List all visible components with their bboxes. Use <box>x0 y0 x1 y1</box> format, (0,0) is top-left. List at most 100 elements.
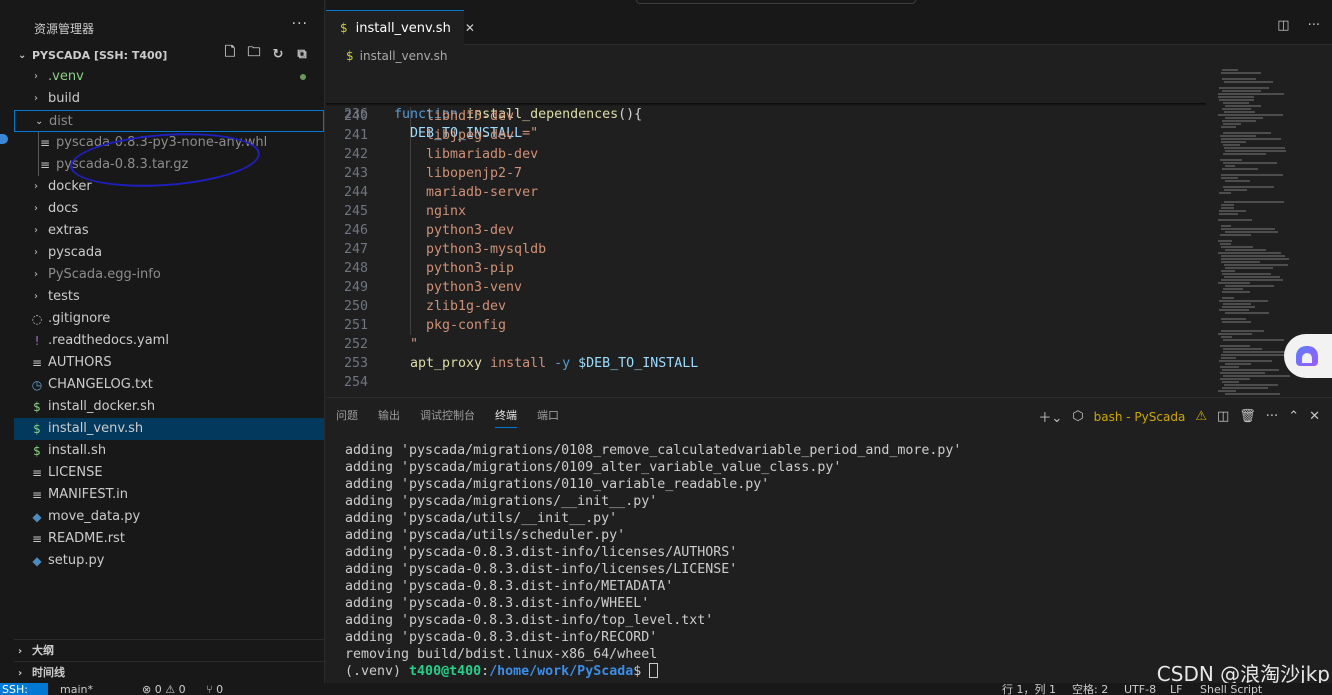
sticky-line[interactable]: 230 function install_dependences(){ <box>326 67 1206 122</box>
git-branch[interactable]: main* <box>60 683 93 695</box>
code-line[interactable]: 248 python3-pip <box>326 259 1206 278</box>
code-text: libmariadb-dev <box>426 147 539 162</box>
tree-folder[interactable]: › extras <box>14 220 324 242</box>
tree-folder[interactable]: › tests <box>14 286 324 308</box>
breadcrumb-file[interactable]: install_venv.sh <box>360 49 448 63</box>
add-terminal-icon[interactable]: ＋⌄ <box>1038 407 1062 426</box>
new-folder-icon[interactable]: 🗀 <box>246 45 262 62</box>
encoding[interactable]: UTF-8 <box>1124 683 1156 695</box>
chevron-right-icon: › <box>18 646 23 657</box>
code-editor[interactable]: 230 function install_dependences(){ 236 … <box>326 67 1206 397</box>
maximize-panel-icon[interactable]: ⌃ <box>1288 409 1299 424</box>
outline-section[interactable]: › 大纲 <box>14 639 325 661</box>
code-text: python3-venv <box>426 280 523 295</box>
minimap-line <box>1220 159 1242 161</box>
code-line[interactable]: 254 <box>326 373 1206 392</box>
minimap-line <box>1218 333 1252 335</box>
minimap-line <box>1221 330 1264 332</box>
tree-file[interactable]: ◆ setup.py <box>14 550 324 572</box>
close-icon[interactable]: ✕ <box>465 21 475 35</box>
tree-folder[interactable]: › PyScada.egg-info <box>14 264 324 286</box>
project-section-header[interactable]: ⌄ PYSCADA [SSH: T400] 🗋 🗀 ↻ ⧉ <box>14 44 324 66</box>
refresh-icon[interactable]: ↻ <box>270 46 286 62</box>
more-actions-icon[interactable]: ··· <box>1308 18 1320 33</box>
close-icon[interactable]: ✕ <box>1309 409 1320 424</box>
minimap-line <box>1221 246 1253 248</box>
code-text: python3-pip <box>426 261 515 276</box>
panel-tab[interactable]: 调试控制台 <box>410 398 485 434</box>
tree-file[interactable]: ≡ LICENSE <box>14 462 324 484</box>
more-actions-icon[interactable]: ··· <box>1266 409 1278 424</box>
code-line[interactable]: 244 mariadb-server <box>326 183 1206 202</box>
tree-folder[interactable]: › .venv <box>14 66 324 88</box>
tree-item-label: build <box>48 91 80 106</box>
tree-file[interactable]: $ install.sh <box>14 440 324 462</box>
tree-file[interactable]: ◷ CHANGELOG.txt <box>14 374 324 396</box>
tree-file[interactable]: ! .readthedocs.yaml <box>14 330 324 352</box>
code-line[interactable]: 253 apt_proxy install -y $DEB_TO_INSTALL <box>326 354 1206 373</box>
tree-file[interactable]: ≡ MANIFEST.in <box>14 484 324 506</box>
panel-tabs: 问题 输出 调试控制台 终端 端口 <box>326 398 569 434</box>
terminal-name[interactable]: bash - PyScada <box>1094 410 1186 424</box>
tree-folder[interactable]: › docs <box>14 198 324 220</box>
code-line[interactable]: 241 libjpeg-dev <box>326 126 1206 145</box>
tree-file[interactable]: $ install_venv.sh <box>14 418 324 440</box>
tree-folder[interactable]: › pyscada <box>14 242 324 264</box>
cursor-position[interactable]: 行 1，列 1 <box>1002 683 1056 695</box>
code-line[interactable]: 240 libhdf5-dev <box>326 107 1206 126</box>
tree-item-label: pyscada <box>48 245 103 260</box>
minimap-line <box>1218 96 1254 98</box>
split-terminal-icon[interactable]: ◫ <box>1217 409 1229 424</box>
tree-file[interactable]: ≡ AUTHORS <box>14 352 324 374</box>
code-line[interactable]: 250 zlib1g-dev <box>326 297 1206 316</box>
terminal-prompt[interactable]: (.venv) t400@t400:/home/work/PyScada$ <box>345 663 961 680</box>
code-line[interactable]: 243 libopenjp2-7 <box>326 164 1206 183</box>
problems-count[interactable]: ⊗ 0 ⚠ 0 <box>142 683 186 695</box>
trash-icon[interactable]: 🗑 <box>1239 409 1256 424</box>
tree-file[interactable]: ≡ README.rst <box>14 528 324 550</box>
code-line[interactable]: 246 python3-dev <box>326 221 1206 240</box>
tree-folder[interactable]: › build <box>14 88 324 110</box>
command-center[interactable] <box>636 0 916 4</box>
assistant-float-button[interactable] <box>1284 334 1332 378</box>
minimap-line <box>1223 153 1266 155</box>
panel-tab[interactable]: 问题 <box>326 398 368 434</box>
minimap-line <box>1218 114 1283 116</box>
minimap-line <box>1220 366 1239 368</box>
file-icon: $ <box>33 400 41 414</box>
panel-tab[interactable]: 输出 <box>368 398 410 434</box>
minimap-line <box>1224 201 1284 203</box>
tree-file[interactable]: $ install_docker.sh <box>14 396 324 418</box>
panel-tab[interactable]: 端口 <box>527 398 569 434</box>
indentation[interactable]: 空格: 2 <box>1072 683 1108 695</box>
language-mode[interactable]: Shell Script <box>1200 683 1262 695</box>
tree-file[interactable]: ◆ move_data.py <box>14 506 324 528</box>
tab-install-venv[interactable]: $ install_venv.sh ✕ <box>326 10 475 45</box>
remote-indicator[interactable]: SSH: t400 <box>0 683 48 695</box>
new-file-icon[interactable]: 🗋 <box>222 45 238 62</box>
code-line[interactable]: 242 libmariadb-dev <box>326 145 1206 164</box>
minimap-line <box>1222 369 1279 371</box>
tree-file[interactable]: ◌ .gitignore <box>14 308 324 330</box>
code-line[interactable]: 251 pkg-config <box>326 316 1206 335</box>
file-icon: ≡ <box>31 488 43 502</box>
terminal-line: adding 'pyscada/utils/__init__.py' <box>345 511 618 526</box>
end-of-line[interactable]: LF <box>1170 683 1182 695</box>
more-actions-icon[interactable]: ··· <box>292 16 308 32</box>
minimap-line <box>1222 306 1255 308</box>
split-editor-icon[interactable]: ◫ <box>1277 18 1289 33</box>
tree-item-label: LICENSE <box>48 465 103 480</box>
warning-icon[interactable]: ⚠ <box>1195 409 1207 424</box>
timeline-section[interactable]: › 时间线 <box>14 661 325 683</box>
tree-folder[interactable]: ⌄ dist <box>14 110 324 132</box>
code-line[interactable]: 247 python3-mysqldb <box>326 240 1206 259</box>
collapse-all-icon[interactable]: ⧉ <box>294 46 310 62</box>
panel-tab[interactable]: 终端 <box>485 398 527 434</box>
terminal-output[interactable]: adding 'pyscada/migrations/0108_remove_c… <box>345 442 961 680</box>
code-line[interactable]: 245 nginx <box>326 202 1206 221</box>
breadcrumb[interactable]: $ install_venv.sh <box>326 45 1332 67</box>
code-line[interactable]: 249 python3-venv <box>326 278 1206 297</box>
code-line[interactable]: 252 " <box>326 335 1206 354</box>
ports-count[interactable]: ⑂ 0 <box>206 683 223 695</box>
minimap-line <box>1221 141 1246 143</box>
